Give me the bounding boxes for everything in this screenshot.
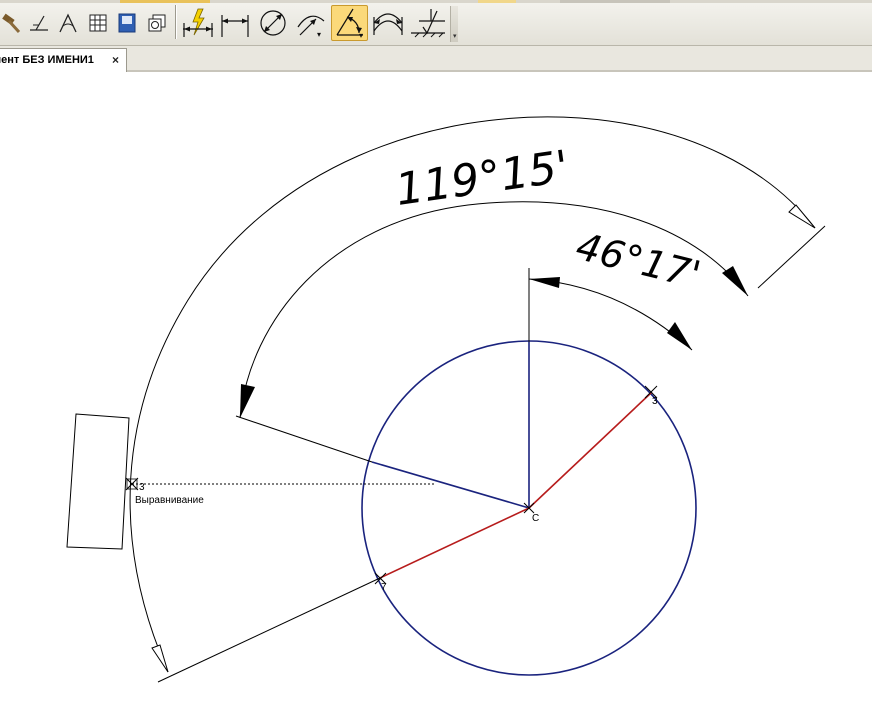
point-label-7: 7 — [381, 582, 387, 593]
inner-arrow-start — [529, 277, 560, 288]
tool-button-hatch[interactable] — [86, 5, 110, 41]
point-label-3: 3 — [652, 396, 658, 407]
angular-dimension-icon: ▾ — [335, 8, 363, 39]
radius-upper-left[interactable] — [371, 461, 530, 509]
tool-button-linear-dimension[interactable] — [218, 5, 252, 41]
snap-hint-label: Выравнивание — [135, 495, 204, 506]
tool-button-roughness[interactable] — [408, 5, 448, 41]
toolbar: ▾ ▾ ▾ — [0, 0, 872, 46]
dimension-text-frame[interactable] — [66, 413, 130, 550]
snap-marker-label: 3 — [139, 482, 145, 493]
tool-button-layers[interactable] — [144, 5, 170, 41]
outer-arrow-end — [788, 204, 816, 229]
radius-red-lower-left[interactable] — [379, 507, 530, 579]
diameter-dimension-icon — [260, 10, 286, 36]
tab-bar-border — [127, 70, 872, 72]
svg-text:▾: ▾ — [317, 30, 321, 39]
toolbar-overflow-button[interactable]: ▾ — [450, 6, 458, 42]
tool-button-arc-dimension[interactable] — [370, 5, 406, 41]
extension-line-lower — [157, 577, 381, 683]
tool-button-auto-dimension[interactable] — [180, 5, 216, 41]
save-view-icon — [118, 13, 136, 33]
tool-button-save-view[interactable] — [115, 5, 139, 41]
extension-line-left — [235, 415, 373, 463]
perpendicular-icon — [30, 15, 48, 31]
layers-icon — [148, 14, 166, 32]
extension-line-upper-right — [757, 225, 826, 289]
angle-icon — [59, 13, 77, 33]
middle-arrow-start — [240, 384, 255, 418]
drawing-svg[interactable]: 119°15' 46°17' 3 Выравнивание 3 7 C — [0, 73, 872, 721]
drawing-canvas[interactable]: 119°15' 46°17' 3 Выравнивание 3 7 C — [0, 73, 872, 721]
hammer-icon — [2, 13, 21, 34]
chevron-down-icon: ▾ — [453, 33, 457, 40]
arc-dimension-icon — [373, 13, 403, 35]
toolbar-strip-mid — [478, 0, 516, 3]
toolbar-separator — [175, 5, 176, 39]
close-icon[interactable]: × — [112, 53, 119, 67]
inner-arrow-end — [667, 322, 692, 350]
tool-button-perpendicular[interactable] — [27, 5, 51, 41]
tool-button-hammer[interactable] — [0, 5, 24, 41]
inner-dimension-text[interactable]: 46°17' — [572, 224, 705, 297]
auto-dimension-icon — [183, 8, 213, 37]
outer-arrow-start — [151, 644, 169, 673]
middle-dimension-arc[interactable] — [239, 201, 749, 419]
tool-button-radial-dimension[interactable]: ▾ — [293, 5, 327, 41]
document-tab-label: мент БЕЗ ИМЕНИ1 — [0, 54, 94, 66]
linear-dimension-icon — [221, 15, 249, 37]
toolbar-strip-right — [560, 0, 670, 3]
radius-red-upper-right[interactable] — [528, 391, 653, 509]
center-label: C — [532, 513, 539, 524]
toolbar-strip-left — [120, 0, 210, 3]
hatch-grid-icon — [89, 14, 107, 32]
document-tab[interactable]: мент БЕЗ ИМЕНИ1 × — [0, 48, 127, 72]
tool-button-angular-dimension[interactable]: ▾ — [331, 5, 368, 41]
roughness-icon — [411, 9, 445, 38]
svg-text:▾: ▾ — [359, 31, 363, 39]
radial-dimension-icon: ▾ — [297, 15, 325, 39]
document-tab-bar: мент БЕЗ ИМЕНИ1 × — [0, 46, 872, 72]
tool-button-diameter-dimension[interactable] — [256, 5, 290, 41]
tool-button-angle[interactable] — [56, 5, 80, 41]
outer-dimension-text[interactable]: 119°15' — [392, 141, 571, 216]
